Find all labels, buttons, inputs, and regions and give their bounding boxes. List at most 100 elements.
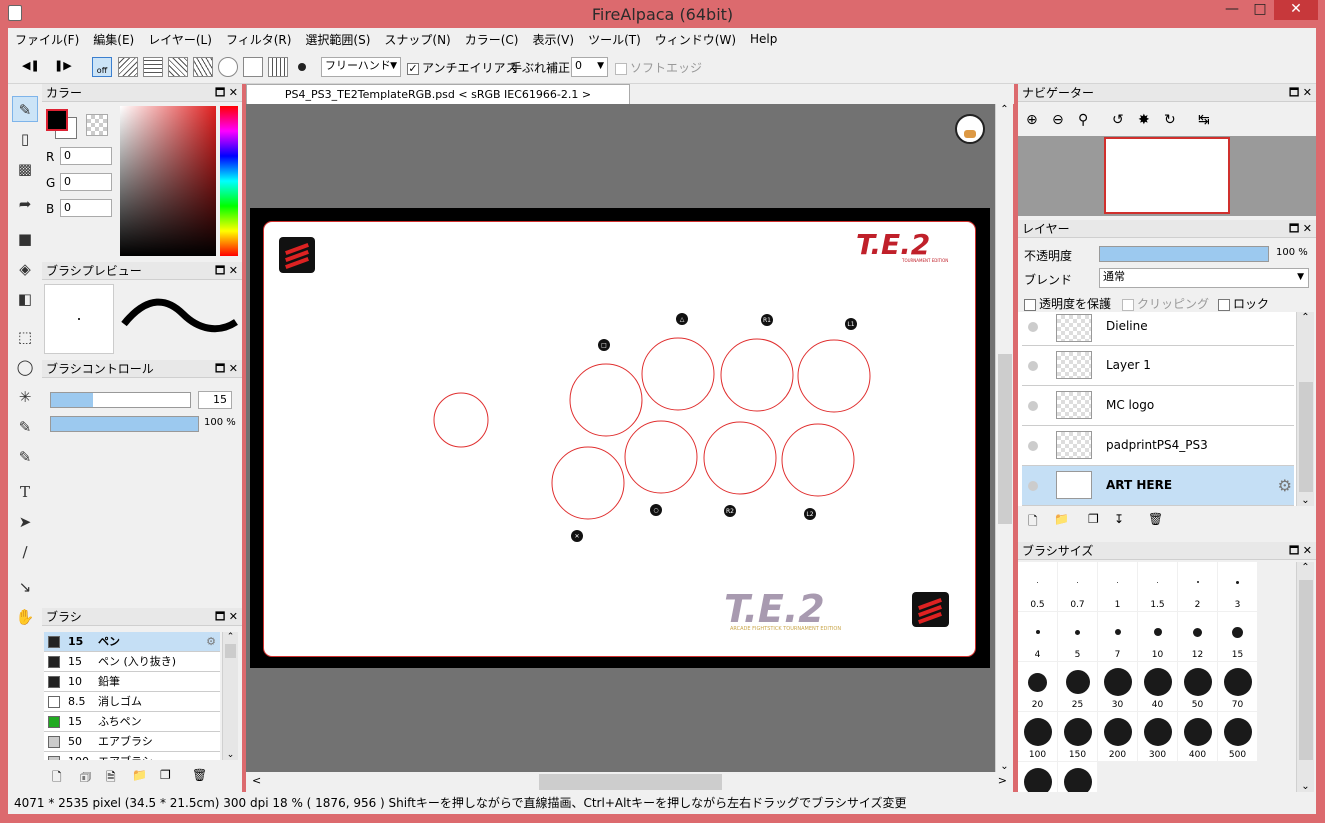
visibility-icon[interactable] [1028, 322, 1038, 332]
brush-size-cell[interactable]: 15 [1218, 612, 1257, 661]
zoom-in-icon[interactable]: ⊕ [1026, 112, 1038, 128]
prev-icon[interactable]: ◀❚ [22, 59, 40, 72]
navigator-preview[interactable] [1018, 136, 1316, 216]
layer-list-scrollbar[interactable]: ⌃ ⌄ [1296, 312, 1314, 506]
snap-radial-icon[interactable] [193, 57, 213, 77]
brush-size-cell[interactable]: 5 [1058, 612, 1097, 661]
panel-controls-icon[interactable]: 🗖 ✕ [215, 608, 238, 626]
new-folder-icon[interactable]: 📁 [1054, 512, 1069, 526]
brush-size-cell[interactable]: 0.5 [1018, 562, 1057, 611]
brush-size-cell[interactable]: 10 [1138, 612, 1177, 661]
brush-size-cell[interactable]: 3 [1218, 562, 1257, 611]
move-tool-icon[interactable]: ➦ [12, 191, 38, 217]
zoom-out-icon[interactable]: ⊖ [1052, 112, 1064, 128]
gear-icon[interactable]: ⚙ [1278, 476, 1292, 495]
brush-size-input[interactable]: 15 [198, 391, 232, 409]
brush-size-cell[interactable]: 50 [1178, 662, 1217, 711]
snap-parallel-icon[interactable] [118, 57, 138, 77]
document-tab[interactable]: PS4_PS3_TE2TemplateRGB.psd < sRGB IEC619… [246, 84, 630, 104]
menu-edit[interactable]: 編集(E) [86, 31, 141, 48]
brush-item[interactable]: 15 ふちペン [44, 712, 220, 732]
brush-size-cell[interactable]: 400 [1178, 712, 1217, 761]
menu-selection[interactable]: 選択範囲(S) [298, 31, 377, 48]
brush-size-cell[interactable] [1018, 762, 1057, 792]
layer-row[interactable]: ART HERE ⚙ [1022, 466, 1294, 506]
canvas-area[interactable]: T.E.2 TOURNAMENT EDITION T.E.2 ARCADE FI… [246, 104, 995, 772]
panel-controls-icon[interactable]: 🗖 ✕ [215, 360, 238, 378]
layer-opacity-slider[interactable] [1099, 246, 1269, 262]
folder-icon[interactable]: 📁 [132, 768, 147, 782]
new-brush-icon[interactable]: 🗋 [52, 768, 62, 789]
brush-size-slider[interactable] [50, 392, 191, 408]
snap-grid-icon[interactable] [143, 57, 163, 77]
gradient-tool-icon[interactable]: ◧ [12, 286, 38, 312]
r-input[interactable]: 0 [60, 147, 112, 165]
brush-size-cell[interactable]: 20 [1018, 662, 1057, 711]
minimize-button[interactable]: — [1218, 0, 1246, 20]
visibility-icon[interactable] [1028, 361, 1038, 371]
brush-size-cell[interactable]: 500 [1218, 712, 1257, 761]
eraser-tool-icon[interactable]: ▯ [12, 126, 38, 152]
menu-window[interactable]: ウィンドウ(W) [648, 31, 743, 48]
brush-size-cell[interactable] [1058, 762, 1097, 792]
preserve-opacity-checkbox[interactable]: 透明度を保護 [1024, 295, 1111, 312]
pen-tool-icon[interactable]: ✎ [12, 96, 38, 122]
brush-size-cell[interactable]: 40 [1138, 662, 1177, 711]
brush-size-cell[interactable]: 200 [1098, 712, 1137, 761]
fill-rect-tool-icon[interactable]: ■ [12, 226, 38, 252]
brush-item[interactable]: 15 ペン (入り抜き) [44, 652, 220, 672]
menu-help[interactable]: Help [743, 32, 784, 46]
brush-item[interactable]: 15 ペン ⚙ [44, 632, 220, 652]
lasso-tool-icon[interactable]: ◯ [12, 354, 38, 380]
merge-layer-icon[interactable]: ↧ [1114, 512, 1124, 526]
script-brush-icon[interactable]: 🗎 [106, 768, 116, 789]
maximize-button[interactable]: □ [1246, 0, 1274, 20]
canvas-vertical-scrollbar[interactable]: ⌃ ⌄ [995, 104, 1013, 772]
canvas-horizontal-scrollbar[interactable]: < > [246, 772, 1013, 792]
flip-icon[interactable]: ↹ [1198, 112, 1210, 128]
snap-curve-icon[interactable] [243, 57, 263, 77]
soft-edge-checkbox[interactable]: ソフトエッジ [615, 59, 702, 76]
division-tool-icon[interactable]: ∕ [12, 539, 38, 565]
close-button[interactable]: ✕ [1274, 0, 1318, 20]
delete-brush-icon[interactable]: 🗑 [192, 768, 207, 782]
brush-size-cell[interactable]: 2 [1178, 562, 1217, 611]
g-input[interactable]: 0 [60, 173, 112, 191]
delete-layer-icon[interactable]: 🗑 [1148, 512, 1163, 526]
rotate-left-icon[interactable]: ↺ [1112, 112, 1124, 128]
brush-size-cell[interactable]: 0.7 [1058, 562, 1097, 611]
visibility-icon[interactable] [1028, 481, 1038, 491]
snap-circle-icon[interactable] [218, 57, 238, 77]
brush-size-scrollbar[interactable]: ⌃ ⌄ [1296, 562, 1314, 792]
zoom-fit-icon[interactable]: ⚲ [1078, 112, 1088, 128]
next-icon[interactable]: ❚▶ [54, 59, 72, 72]
brush-item[interactable]: 50 エアブラシ [44, 732, 220, 752]
new-layer-icon[interactable]: 🗋 [1028, 512, 1038, 533]
visibility-icon[interactable] [1028, 441, 1038, 451]
gear-icon[interactable]: ⚙ [206, 632, 216, 652]
text-tool-icon[interactable]: T [12, 479, 38, 505]
menu-snap[interactable]: スナップ(N) [377, 31, 457, 48]
menu-view[interactable]: 表示(V) [525, 31, 581, 48]
panel-controls-icon[interactable]: 🗖 ✕ [1289, 84, 1312, 102]
brush-item[interactable]: 10 鉛筆 [44, 672, 220, 692]
panel-controls-icon[interactable]: 🗖 ✕ [215, 84, 238, 102]
brush-opacity-slider[interactable] [50, 416, 199, 432]
blend-select[interactable]: 通常 ▼ [1099, 268, 1309, 288]
eyedropper-tool-icon[interactable]: ↘ [12, 574, 38, 600]
brush-size-cell[interactable]: 70 [1218, 662, 1257, 711]
menu-filter[interactable]: フィルタ(R) [219, 31, 298, 48]
rotate-reset-icon[interactable]: ✸ [1138, 112, 1150, 128]
snap-off-icon[interactable]: off [92, 57, 112, 77]
brush-list-scrollbar[interactable]: ⌃ ⌄ [222, 632, 238, 760]
brush-size-cell[interactable]: 1 [1098, 562, 1137, 611]
menu-color[interactable]: カラー(C) [458, 31, 526, 48]
primary-color-swatch[interactable] [46, 109, 68, 131]
layer-row[interactable]: Dieline [1022, 312, 1294, 346]
select-pen-tool-icon[interactable]: ✎ [12, 414, 38, 440]
dot-tool-icon[interactable]: ▩ [12, 156, 38, 182]
stabilizer-select[interactable]: 0 ▼ [571, 57, 608, 77]
rotate-right-icon[interactable]: ↻ [1164, 112, 1176, 128]
magic-wand-tool-icon[interactable]: ✳ [12, 384, 38, 410]
transparent-color-swatch[interactable] [86, 114, 108, 136]
